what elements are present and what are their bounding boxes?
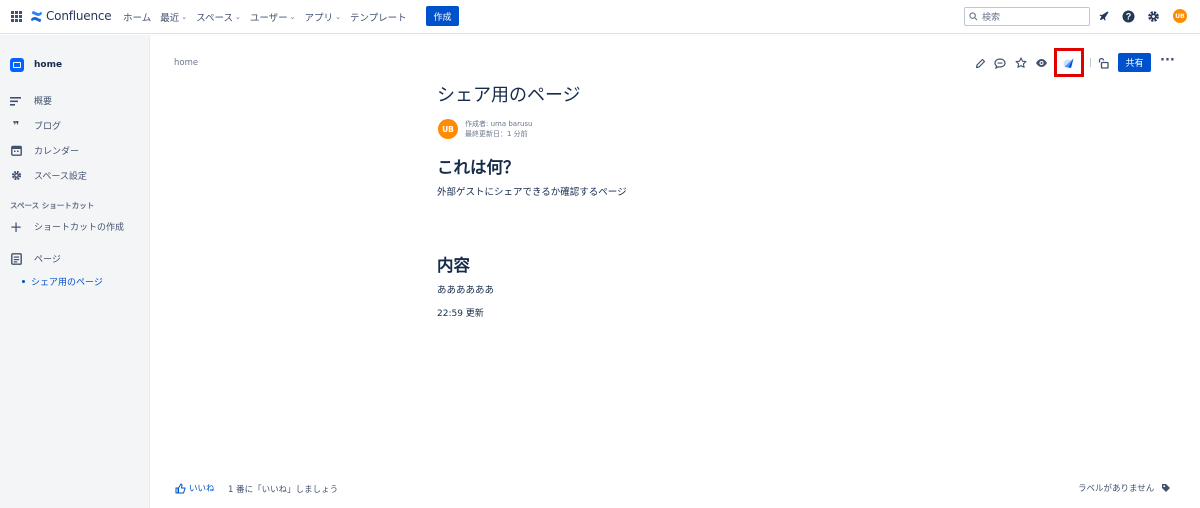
shortcut-section-heading: スペース ショートカット	[10, 201, 95, 210]
sidebar-item-overview[interactable]: 概要	[10, 94, 52, 107]
last-updated[interactable]: 最終更新日：1 分前	[465, 129, 532, 139]
label-tag-icon	[1162, 484, 1171, 492]
nav-templates-label: テンプレート	[349, 13, 407, 24]
page-title: シェア用のページ	[437, 85, 581, 106]
section-text-what: 外部ゲストにシェアできるか確認するページ	[437, 187, 627, 198]
sidebar-item-label: ブログ	[34, 122, 62, 132]
like-label: いいね	[189, 484, 215, 494]
search-placeholder: 検索	[982, 13, 1001, 23]
create-button[interactable]: 作成	[426, 6, 459, 26]
nav-home[interactable]: ホーム	[123, 10, 151, 24]
nav-templates[interactable]: テンプレート	[350, 10, 407, 24]
restrictions-icon[interactable]	[1096, 55, 1110, 71]
byline-text: 作成者: uma barusu 最終更新日：1 分前	[465, 119, 532, 139]
sidebar-item-label: スペース設定	[34, 172, 87, 182]
page-tree-item-label: シェア用のページ	[31, 278, 103, 288]
app-switcher-icon[interactable]	[11, 11, 22, 22]
calendar-icon	[10, 145, 22, 157]
create-shortcut-label: ショートカットの作成	[34, 223, 125, 233]
sidebar-item-calendar[interactable]: カレンダー	[10, 144, 79, 157]
nav-apps-label: アプリ	[304, 13, 334, 24]
chevron-down-icon: ⌄	[181, 13, 188, 21]
highlight-annotation	[1054, 48, 1084, 77]
space-header[interactable]: home	[10, 58, 62, 72]
like-button[interactable]: いいね	[175, 482, 215, 494]
thumbs-up-icon	[175, 482, 186, 493]
edit-icon[interactable]	[973, 55, 987, 71]
overview-icon	[10, 95, 22, 107]
section-heading-content: 内容	[437, 256, 470, 275]
sidebar-item-label: 概要	[34, 97, 53, 107]
sidebar-item-pages[interactable]: ページ	[10, 252, 61, 265]
page-tree-item[interactable]: シェア用のページ	[22, 275, 103, 288]
plus-icon: +	[9, 217, 23, 236]
update-note: 22:59 更新	[437, 309, 484, 319]
space-icon	[10, 58, 24, 72]
product-name: Confluence	[46, 9, 112, 23]
chevron-down-icon: ⌄	[335, 13, 341, 21]
byline: UB 作成者: uma barusu 最終更新日：1 分前	[438, 119, 532, 139]
watch-icon[interactable]	[1034, 55, 1048, 71]
star-icon[interactable]	[1014, 55, 1028, 71]
top-navigation: Confluence ホーム 最近 ⌄ スペース ⌄ ユーザー ⌄ アプリ ⌄ テンプレ…	[0, 0, 1200, 34]
chevron-down-icon: ⌄	[234, 13, 241, 21]
toolbar-divider	[1090, 58, 1091, 67]
more-icon[interactable]: ···	[1160, 53, 1175, 68]
share-button[interactable]: 共有	[1118, 53, 1151, 72]
help-icon[interactable]: ?	[1121, 9, 1135, 23]
nav-spaces[interactable]: スペース ⌄	[196, 10, 241, 24]
space-name: home	[34, 60, 63, 70]
author-line: 作成者: uma barusu	[465, 120, 533, 128]
notifications-icon[interactable]	[1097, 9, 1111, 23]
labels-empty-text: ラベルがありません	[1078, 484, 1155, 494]
sidebar-item-label: ページ	[34, 255, 61, 265]
author-avatar[interactable]: UB	[438, 119, 458, 139]
chevron-down-icon: ⌄	[289, 13, 296, 21]
sidebar-item-space-settings[interactable]: スペース設定	[10, 169, 87, 182]
settings-icon	[10, 170, 22, 182]
sidebar-item-label: カレンダー	[34, 147, 80, 157]
section-text-content: ああああああ	[437, 285, 495, 296]
nav-home-label: ホーム	[123, 13, 152, 24]
comment-icon[interactable]	[993, 55, 1007, 71]
create-shortcut-button[interactable]: + ショートカットの作成	[9, 217, 125, 236]
settings-icon[interactable]	[1146, 9, 1160, 23]
sidebar-item-blog[interactable]: ❞ ブログ	[10, 119, 61, 132]
nav-apps[interactable]: アプリ ⌄	[305, 10, 341, 24]
labels-area[interactable]: ラベルがありません	[1078, 482, 1171, 494]
search-input[interactable]: 検索	[964, 7, 1090, 26]
confluence-logo[interactable]: Confluence	[30, 9, 112, 23]
section-heading-what: これは何？	[437, 158, 520, 177]
confluence-logo-icon	[30, 10, 43, 22]
svg-text:?: ?	[1125, 11, 1131, 21]
pages-icon	[10, 252, 22, 265]
primary-nav: ホーム 最近 ⌄ スペース ⌄ ユーザー ⌄ アプリ ⌄ テンプレート	[123, 10, 407, 24]
space-sidebar: home 概要 ❞ ブログ カレンダー スペース設定 スペース ショートカット …	[0, 35, 150, 508]
bullet-icon	[22, 280, 25, 283]
like-prompt: 1 番に「いいね」しましょう	[228, 485, 339, 495]
breadcrumb[interactable]: home	[174, 58, 198, 68]
nav-users-label: ユーザー	[249, 13, 288, 24]
nav-users[interactable]: ユーザー ⌄	[250, 10, 296, 24]
nav-recent[interactable]: 最近 ⌄	[160, 10, 187, 24]
nav-recent-label: 最近	[160, 13, 180, 24]
nav-spaces-label: スペース	[196, 13, 233, 24]
blog-icon: ❞	[12, 119, 20, 132]
search-icon	[969, 12, 978, 21]
profile-avatar[interactable]: UB	[1173, 9, 1187, 23]
